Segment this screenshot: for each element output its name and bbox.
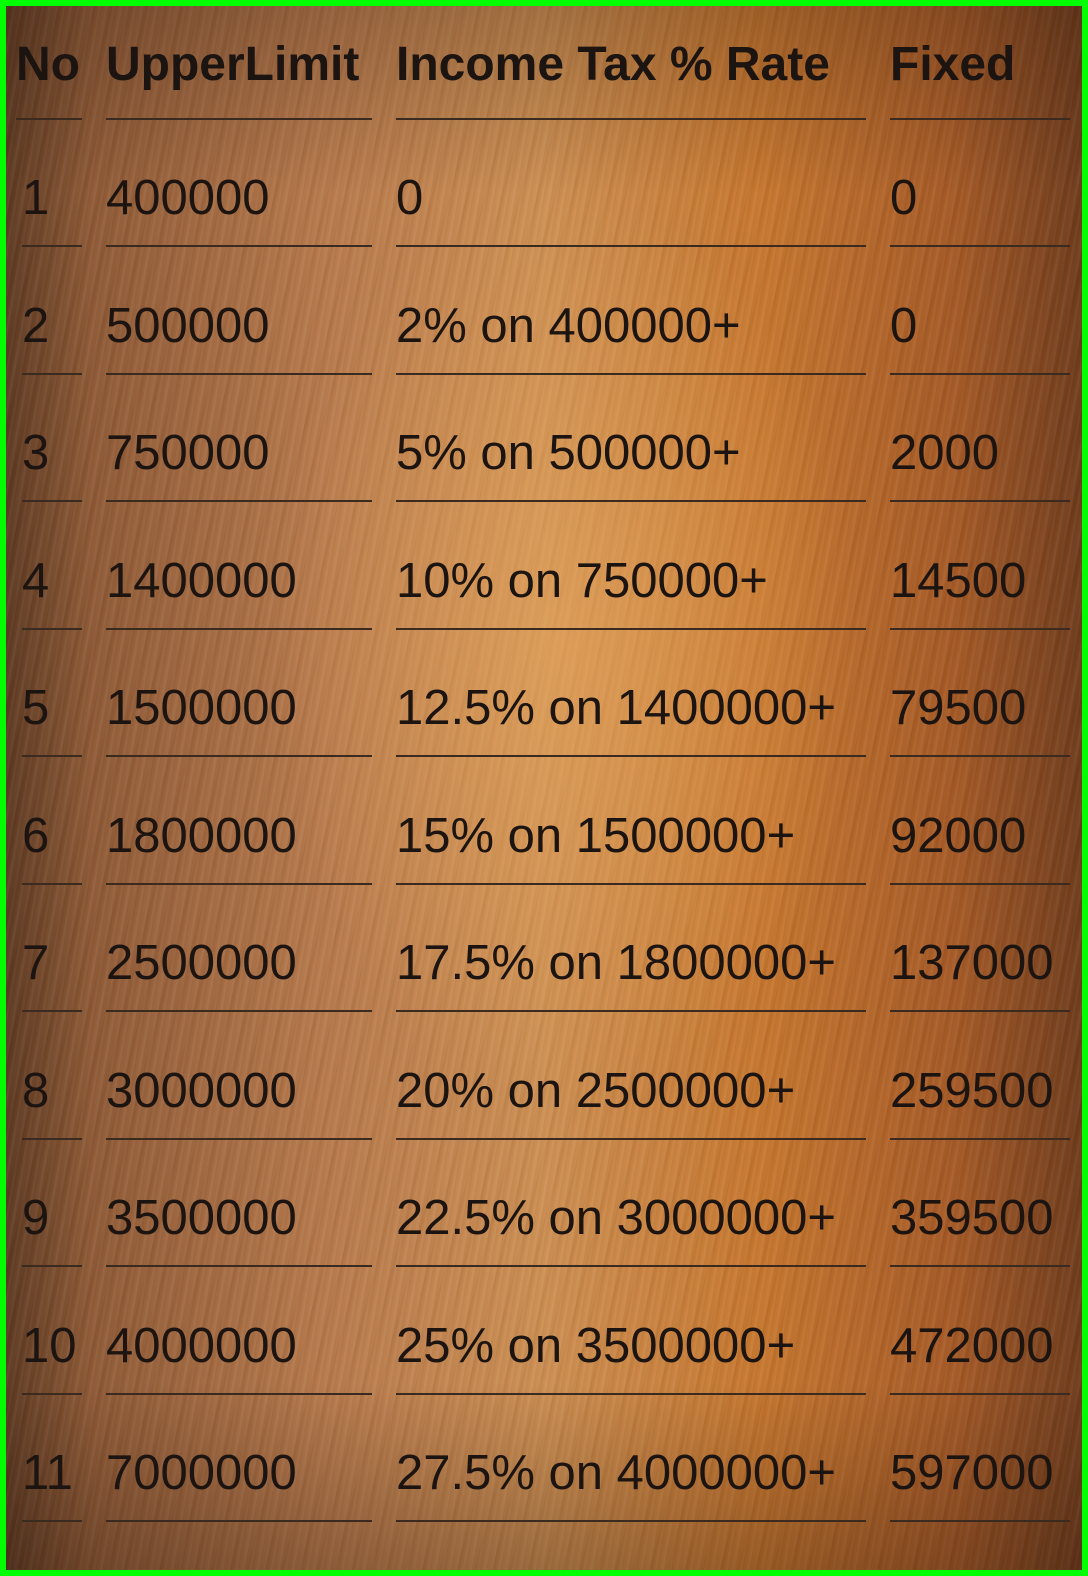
header-fixed: Fixed [890, 6, 1070, 120]
cell-upper-limit: 400000 [106, 134, 372, 247]
cell-rate: 15% on 1500000+ [396, 771, 866, 885]
table-row: 8 3000000 20% on 2500000+ 259500 [16, 1026, 1080, 1154]
cell-no: 4 [22, 516, 82, 630]
cell-fixed: 14500 [890, 516, 1070, 630]
tax-table: No UpperLimit Income Tax % Rate Fixed 1 … [16, 6, 1080, 1536]
table-row: 11 7000000 27.5% on 4000000+ 597000 [16, 1409, 1080, 1537]
cell-upper-limit: 3000000 [106, 1026, 372, 1140]
cell-fixed: 259500 [890, 1026, 1070, 1140]
table-row: 3 750000 5% on 500000+ 2000 [16, 389, 1080, 517]
cell-fixed: 2000 [890, 389, 1070, 502]
cell-fixed: 597000 [890, 1409, 1070, 1522]
table-row: 1 400000 0 0 [16, 134, 1080, 262]
cell-rate: 22.5% on 3000000+ [396, 1154, 866, 1267]
cell-upper-limit: 1400000 [106, 516, 372, 630]
cell-fixed: 359500 [890, 1154, 1070, 1267]
cell-no: 11 [22, 1409, 82, 1522]
cell-no: 1 [22, 134, 82, 247]
cell-no: 3 [22, 389, 82, 502]
cell-rate: 0 [396, 134, 866, 247]
cell-fixed: 137000 [890, 899, 1070, 1012]
cell-rate: 27.5% on 4000000+ [396, 1409, 866, 1522]
cell-rate: 17.5% on 1800000+ [396, 899, 866, 1012]
cell-upper-limit: 1500000 [106, 644, 372, 757]
cell-no: 9 [22, 1154, 82, 1267]
table-row: 4 1400000 10% on 750000+ 14500 [16, 516, 1080, 644]
cell-fixed: 92000 [890, 771, 1070, 885]
cell-upper-limit: 500000 [106, 261, 372, 375]
cell-upper-limit: 750000 [106, 389, 372, 502]
cell-fixed: 472000 [890, 1281, 1070, 1395]
cell-rate: 5% on 500000+ [396, 389, 866, 502]
cell-no: 7 [22, 899, 82, 1012]
wood-background-frame: No UpperLimit Income Tax % Rate Fixed 1 … [0, 0, 1088, 1576]
header-upper-limit: UpperLimit [106, 6, 372, 120]
cell-no: 10 [22, 1281, 82, 1395]
cell-fixed: 0 [890, 134, 1070, 247]
cell-upper-limit: 2500000 [106, 899, 372, 1012]
cell-upper-limit: 4000000 [106, 1281, 372, 1395]
cell-upper-limit: 3500000 [106, 1154, 372, 1267]
cell-fixed: 0 [890, 261, 1070, 375]
cell-no: 2 [22, 261, 82, 375]
header-no: No [16, 6, 82, 120]
cell-upper-limit: 1800000 [106, 771, 372, 885]
cell-upper-limit: 7000000 [106, 1409, 372, 1522]
cell-rate: 20% on 2500000+ [396, 1026, 866, 1140]
cell-no: 6 [22, 771, 82, 885]
table-row: 7 2500000 17.5% on 1800000+ 137000 [16, 899, 1080, 1027]
table-row: 6 1800000 15% on 1500000+ 92000 [16, 771, 1080, 899]
table-row: 5 1500000 12.5% on 1400000+ 79500 [16, 644, 1080, 772]
table-row: 9 3500000 22.5% on 3000000+ 359500 [16, 1154, 1080, 1282]
cell-rate: 2% on 400000+ [396, 261, 866, 375]
cell-rate: 10% on 750000+ [396, 516, 866, 630]
table-row: 2 500000 2% on 400000+ 0 [16, 261, 1080, 389]
cell-no: 5 [22, 644, 82, 757]
table-header-row: No UpperLimit Income Tax % Rate Fixed [16, 6, 1080, 134]
cell-fixed: 79500 [890, 644, 1070, 757]
table-row: 10 4000000 25% on 3500000+ 472000 [16, 1281, 1080, 1409]
cell-rate: 12.5% on 1400000+ [396, 644, 866, 757]
header-income-tax-rate: Income Tax % Rate [396, 6, 866, 120]
cell-rate: 25% on 3500000+ [396, 1281, 866, 1395]
cell-no: 8 [22, 1026, 82, 1140]
